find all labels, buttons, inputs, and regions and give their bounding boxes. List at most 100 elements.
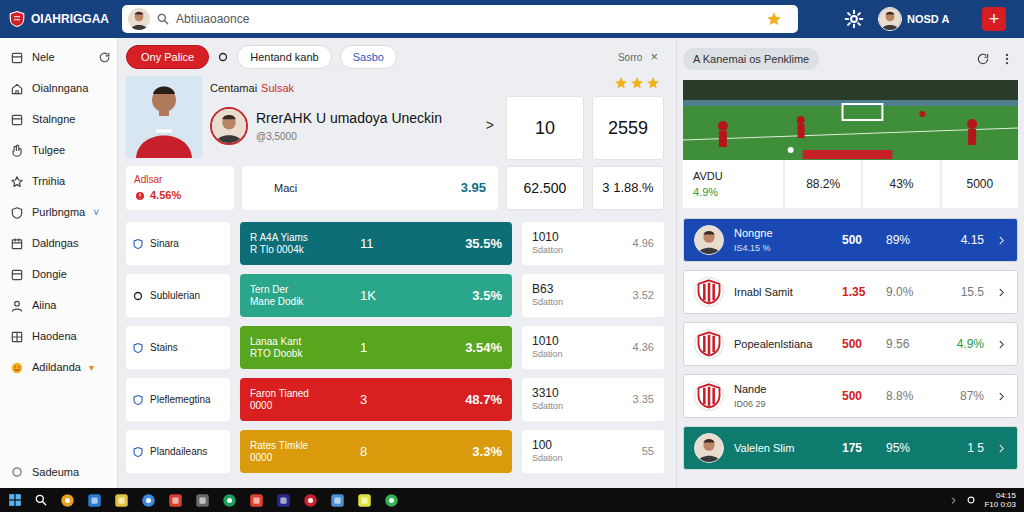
data-row[interactable]: PlandaileansRates Tlmkle000083.3%100Sdat… [126,430,664,473]
sidebar-item[interactable]: Purlbngma˅ [0,197,117,228]
app-icon[interactable] [249,493,264,508]
player-photo [126,76,202,158]
app-icon[interactable] [357,493,372,508]
chevron-icon[interactable] [996,287,1007,298]
close-button[interactable]: × [650,47,658,67]
refresh-icon[interactable] [98,51,111,64]
ring-icon[interactable] [217,51,229,63]
profile-row[interactable]: RrerAHK U umadoya Uneckin@3,5000> [210,107,498,145]
color-bar[interactable]: Faron Tianed0000348.7% [240,378,512,421]
bar-subtitle: Mane Dodik [250,296,350,308]
sidebar-label: Dongie [32,266,67,283]
add-button[interactable]: + [982,7,1006,31]
avatar-icon[interactable] [210,107,248,145]
sidebar-item[interactable]: Dongie [0,259,117,290]
sidebar-footer[interactable]: Sadeuma [0,464,117,481]
app-icon[interactable] [168,493,183,508]
profile-arrow[interactable]: > [486,115,494,136]
player-row[interactable]: Irnabl Samit1.359.0%15.5 [683,270,1018,314]
user-label[interactable]: NOSD A [907,11,949,28]
app-icon[interactable] [60,493,75,508]
chevron-icon[interactable] [996,443,1007,454]
player-row[interactable]: Popealenlstiana5009.564.9% [683,322,1018,366]
app-icon[interactable] [303,493,318,508]
star-icon[interactable] [766,11,782,27]
sidebar-item[interactable]: Stalngne [0,104,117,135]
app-icon[interactable] [87,493,102,508]
tray-chevron-icon[interactable] [949,496,958,505]
app-icon[interactable] [114,493,129,508]
logo[interactable]: OIAHRIGGAA [8,9,118,29]
menu-icon [10,51,24,65]
sidebar-item[interactable]: Daldngas [0,228,117,259]
more-icon[interactable] [1000,52,1014,66]
tab[interactable]: Hentand kanb [237,45,332,69]
panel-title[interactable]: A Kanemai os Penklime [683,48,819,70]
sidebar-label: Haodena [32,328,77,345]
sidebar-item[interactable]: Aiina [0,290,117,321]
data-row[interactable]: StainsLanaa KantRTO Doobk13.54%1010Sdati… [126,326,664,369]
sort-label[interactable]: Sorro [618,50,642,65]
sidebar-item[interactable]: Haodena [0,321,117,352]
menu-icon [10,268,24,282]
search-bar[interactable] [122,5,798,33]
app-icon[interactable] [195,493,210,508]
player-percent: 9.56 [886,335,936,353]
data-row[interactable]: SinaraR A4A YiamsR Tlo 0004k1135.5%1010S… [126,222,664,265]
club-crest-icon [694,381,724,411]
chevron-icon[interactable] [996,235,1007,246]
menu-icon [10,82,24,96]
data-row[interactable]: PleflemegtinaFaron Tianed0000348.7%3310S… [126,378,664,421]
player-row[interactable]: NongneIS4.15 %50089%4.15 [683,218,1018,262]
app-icon[interactable] [384,493,399,508]
chevron-icon[interactable] [996,391,1007,402]
clock[interactable]: 04:15F10 0:03 [984,491,1016,509]
color-bar[interactable]: Lanaa KantRTO Doobk13.54% [240,326,512,369]
windows-icon[interactable] [8,493,22,507]
user-avatar-icon[interactable] [878,7,902,31]
player-row[interactable]: NandeID06 295008.8%87% [683,374,1018,418]
stats-value: 88.2% [785,160,861,208]
sidebar-label: Tulgee [32,142,65,159]
gear-icon[interactable] [844,9,864,29]
bar-percent: 3.3% [472,442,502,462]
sidebar-item[interactable]: Tulgee [0,135,117,166]
sidebar-item[interactable]: Trnihia [0,166,117,197]
row-code: 3310 [532,386,563,400]
avatar-icon[interactable] [128,8,150,30]
expand-chevron[interactable]: ˅ [93,205,99,220]
bar-title: Faron Tianed [250,388,350,400]
sidebar-label: Daldngas [32,235,78,252]
player-score: 87% [960,387,984,405]
search-input[interactable] [176,10,760,28]
row-side-cell: 100Sdation55 [522,430,664,473]
code-block: 100Sdation [532,438,563,466]
profile-card: CentamaiSulsak RrerAHK U umadoya Uneckin@… [126,76,664,160]
app-icon[interactable] [276,493,291,508]
profile-title: CentamaiSulsak [210,80,498,97]
sidebar-item[interactable]: Adildanda▾ [0,352,117,383]
app-icon[interactable] [330,493,345,508]
data-row[interactable]: SublulerianTern DerMane Dodik1K3.5%B63Sd… [126,274,664,317]
video-frame[interactable] [683,80,1018,160]
sidebar-item[interactable]: Nele [0,42,117,73]
row-label: Sublulerian [150,288,200,303]
color-bar[interactable]: Rates Tlmkle000083.3% [240,430,512,473]
sidebar-item[interactable]: Oialnngana [0,73,117,104]
expand-chevron[interactable]: ▾ [89,360,94,375]
color-bar[interactable]: R A4A YiamsR Tlo 0004k1135.5% [240,222,512,265]
search-icon[interactable] [34,493,48,507]
side-header: A Kanemai os Penklime [683,44,1018,74]
tab[interactable]: Ony Palice [126,45,209,69]
app-icon[interactable] [141,493,156,508]
player-row[interactable]: Valelen Slim17595%1 5 [683,426,1018,470]
app-icon[interactable] [222,493,237,508]
color-bar[interactable]: Tern DerMane Dodik1K3.5% [240,274,512,317]
stats-change: 4.9% [693,184,773,201]
chevron-icon[interactable] [996,339,1007,350]
score-box: 2559 [592,96,664,160]
row-value: 4.96 [633,235,654,252]
network-icon[interactable] [966,495,976,505]
tab[interactable]: Sasbo [340,45,397,69]
refresh-icon[interactable] [976,52,990,66]
